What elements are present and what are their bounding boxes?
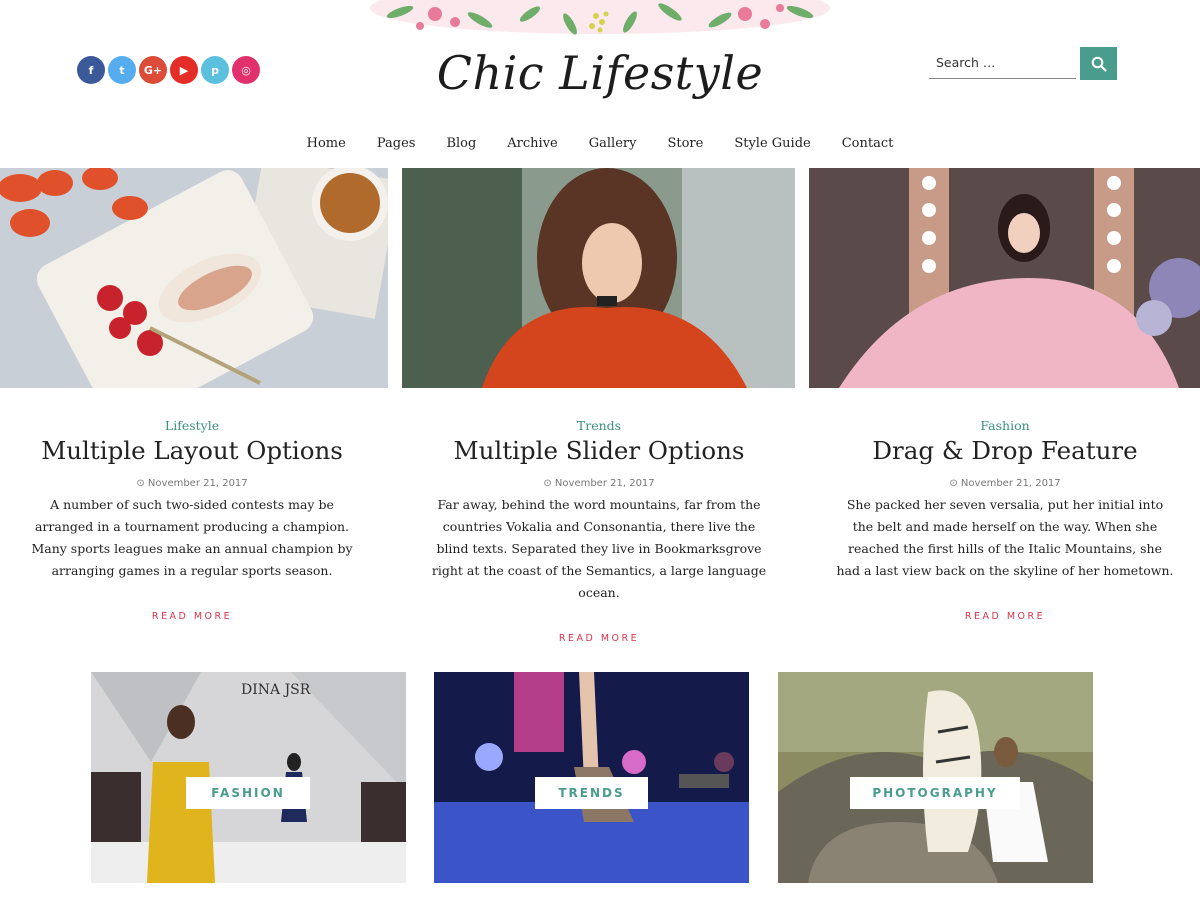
post-card: Trends Multiple Slider Options ⊙ Novembe… [430,418,768,644]
floral-header-decoration [360,0,840,46]
category-card-photography[interactable]: PHOTOGRAPHY [778,672,1093,883]
post-date: ⊙ November 21, 2017 [24,478,360,489]
clock-icon: ⊙ [949,478,958,489]
nav-item-blog[interactable]: Blog [446,136,476,151]
dina-jsr-banner-text: DINA JSR [241,682,311,698]
post-card: Lifestyle Multiple Layout Options ⊙ Nove… [24,418,360,622]
post-title[interactable]: Multiple Slider Options [430,436,768,465]
post-card: Fashion Drag & Drop Feature ⊙ November 2… [835,418,1175,622]
post-date-text: November 21, 2017 [147,478,248,489]
category-label[interactable]: PHOTOGRAPHY [850,777,1020,809]
post-image-lifestyle[interactable] [0,168,388,388]
nav-item-archive[interactable]: Archive [507,136,557,151]
nav-item-store[interactable]: Store [667,136,703,151]
category-label[interactable]: FASHION [186,777,310,809]
search-button[interactable] [1080,47,1117,80]
nav-item-style-guide[interactable]: Style Guide [734,136,810,151]
post-category[interactable]: Fashion [835,418,1175,433]
search-form: Search … [929,47,1117,81]
post-excerpt: Far away, behind the word mountains, far… [431,497,767,600]
category-card-fashion[interactable]: DINA JSR FASHION [91,672,406,883]
nav-item-pages[interactable]: Pages [377,136,416,151]
post-image-fashion[interactable] [809,168,1200,388]
read-more-link[interactable]: READ MORE [24,611,360,622]
post-excerpt: She packed her seven versalia, put her i… [836,497,1174,578]
nav-item-home[interactable]: Home [307,136,346,151]
search-icon [1091,56,1107,72]
post-image-trends[interactable] [402,168,795,388]
post-excerpt: A number of such two-sided contests may … [31,497,353,578]
category-card-trends[interactable]: TRENDS [434,672,749,883]
category-label[interactable]: TRENDS [535,777,648,809]
read-more-link[interactable]: READ MORE [430,633,768,644]
main-navigation: Home Pages Blog Archive Gallery Store St… [0,136,1200,151]
post-title[interactable]: Drag & Drop Feature [835,436,1175,465]
search-input[interactable]: Search … [929,47,1076,79]
nav-item-contact[interactable]: Contact [842,136,894,151]
clock-icon: ⊙ [543,478,552,489]
post-title[interactable]: Multiple Layout Options [24,436,360,465]
post-category[interactable]: Trends [430,418,768,433]
post-date-text: November 21, 2017 [960,478,1061,489]
post-date-text: November 21, 2017 [554,478,655,489]
read-more-link[interactable]: READ MORE [835,611,1175,622]
clock-icon: ⊙ [136,478,145,489]
nav-item-gallery[interactable]: Gallery [589,136,637,151]
post-date: ⊙ November 21, 2017 [430,478,768,489]
post-date: ⊙ November 21, 2017 [835,478,1175,489]
post-category[interactable]: Lifestyle [24,418,360,433]
